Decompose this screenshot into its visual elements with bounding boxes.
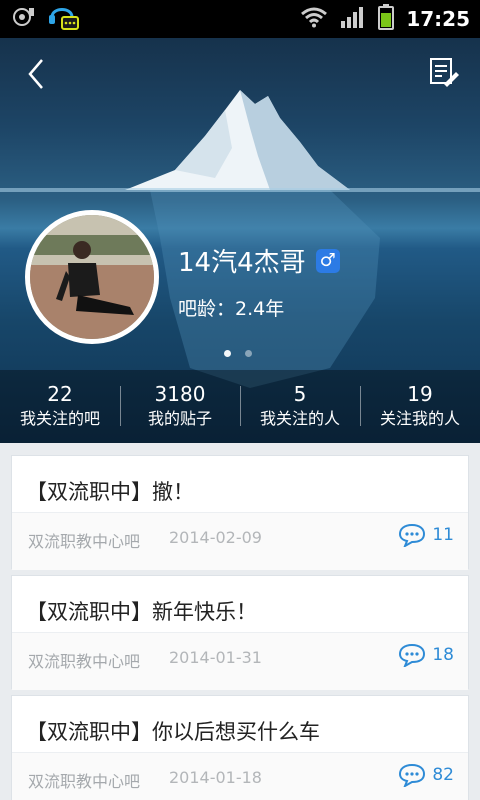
reply-count-value: 11: [432, 525, 454, 545]
clock-time: 17:25: [406, 7, 470, 31]
post-forum[interactable]: 双流职教中心吧: [28, 528, 140, 552]
stat-label: 关注我的人: [379, 409, 460, 428]
post-date: 2014-01-18: [169, 768, 262, 787]
waterline: [0, 188, 480, 192]
pager-dot-active: [224, 350, 231, 357]
post-title: 【双流职中】新年快乐！: [26, 600, 257, 624]
signal-icon: [340, 5, 366, 33]
comment-bubble-icon: [399, 763, 426, 787]
edit-icon: [430, 58, 459, 87]
reply-count: 18: [398, 643, 454, 667]
avatar-photo: [30, 215, 154, 339]
post-meta: 双流职教中心吧 2014-02-09 11: [12, 513, 468, 570]
post-card[interactable]: 【双流职中】你以后想买什么车 双流职教中心吧 2014-01-18 82: [11, 695, 469, 800]
sd-card-icon: [12, 5, 36, 33]
post-title: 【双流职中】你以后想买什么车: [26, 720, 320, 744]
wifi-icon: [300, 6, 328, 32]
post-date: 2014-01-31: [169, 648, 262, 667]
stats-bar: 22 我关注的吧 3180 我的贴子 5 我关注的人 19 关注我的人: [0, 370, 480, 443]
stat-followed-forums[interactable]: 22 我关注的吧: [0, 370, 120, 443]
stat-following[interactable]: 5 我关注的人: [240, 370, 360, 443]
stat-label: 我关注的人: [259, 409, 340, 428]
username-text: 14汽4杰哥: [178, 248, 306, 278]
stat-value: 3180: [154, 382, 206, 406]
username: 14汽4杰哥 ♂: [178, 242, 340, 279]
post-title: 【双流职中】撤！: [26, 480, 194, 504]
header-pager: [224, 350, 252, 357]
status-bar: 17:25: [0, 0, 480, 38]
stat-my-posts[interactable]: 3180 我的贴子: [120, 370, 240, 443]
male-gender-icon: ♂: [315, 248, 340, 273]
avatar[interactable]: [25, 210, 159, 344]
stat-label: 我关注的吧: [19, 409, 100, 428]
reply-count-value: 18: [432, 645, 454, 665]
back-arrow-icon: [28, 59, 43, 89]
stat-value: 22: [47, 382, 73, 406]
chat-headset-icon: [46, 1, 80, 37]
reply-count: 82: [398, 763, 454, 787]
profile-header: 14汽4杰哥 ♂ 吧龄：2.4年 22 我关注的吧 3180 我的贴子 5 我关…: [0, 38, 480, 443]
post-date: 2014-02-09: [169, 528, 262, 547]
back-button[interactable]: [20, 56, 56, 92]
post-meta: 双流职教中心吧 2014-01-31 18: [12, 633, 468, 690]
post-forum[interactable]: 双流职教中心吧: [28, 648, 140, 672]
post-meta: 双流职教中心吧 2014-01-18 82: [12, 753, 468, 800]
stat-followers[interactable]: 19 关注我的人: [360, 370, 480, 443]
post-card[interactable]: 【双流职中】撤！ 双流职教中心吧 2014-02-09 11: [11, 455, 469, 570]
stat-value: 5: [293, 382, 307, 406]
comment-bubble-icon: [399, 523, 426, 547]
post-forum[interactable]: 双流职教中心吧: [28, 768, 140, 792]
reply-count: 11: [398, 523, 454, 547]
stat-label: 我的贴子: [147, 409, 212, 428]
battery-icon: [378, 4, 395, 34]
comment-bubble-icon: [399, 643, 426, 667]
pager-dot: [245, 350, 252, 357]
post-card[interactable]: 【双流职中】新年快乐！ 双流职教中心吧 2014-01-31 18: [11, 575, 469, 690]
edit-button[interactable]: [428, 56, 460, 88]
reply-count-value: 82: [432, 765, 454, 785]
forum-age: 吧龄：2.4年: [178, 298, 285, 320]
stat-value: 19: [407, 382, 433, 406]
